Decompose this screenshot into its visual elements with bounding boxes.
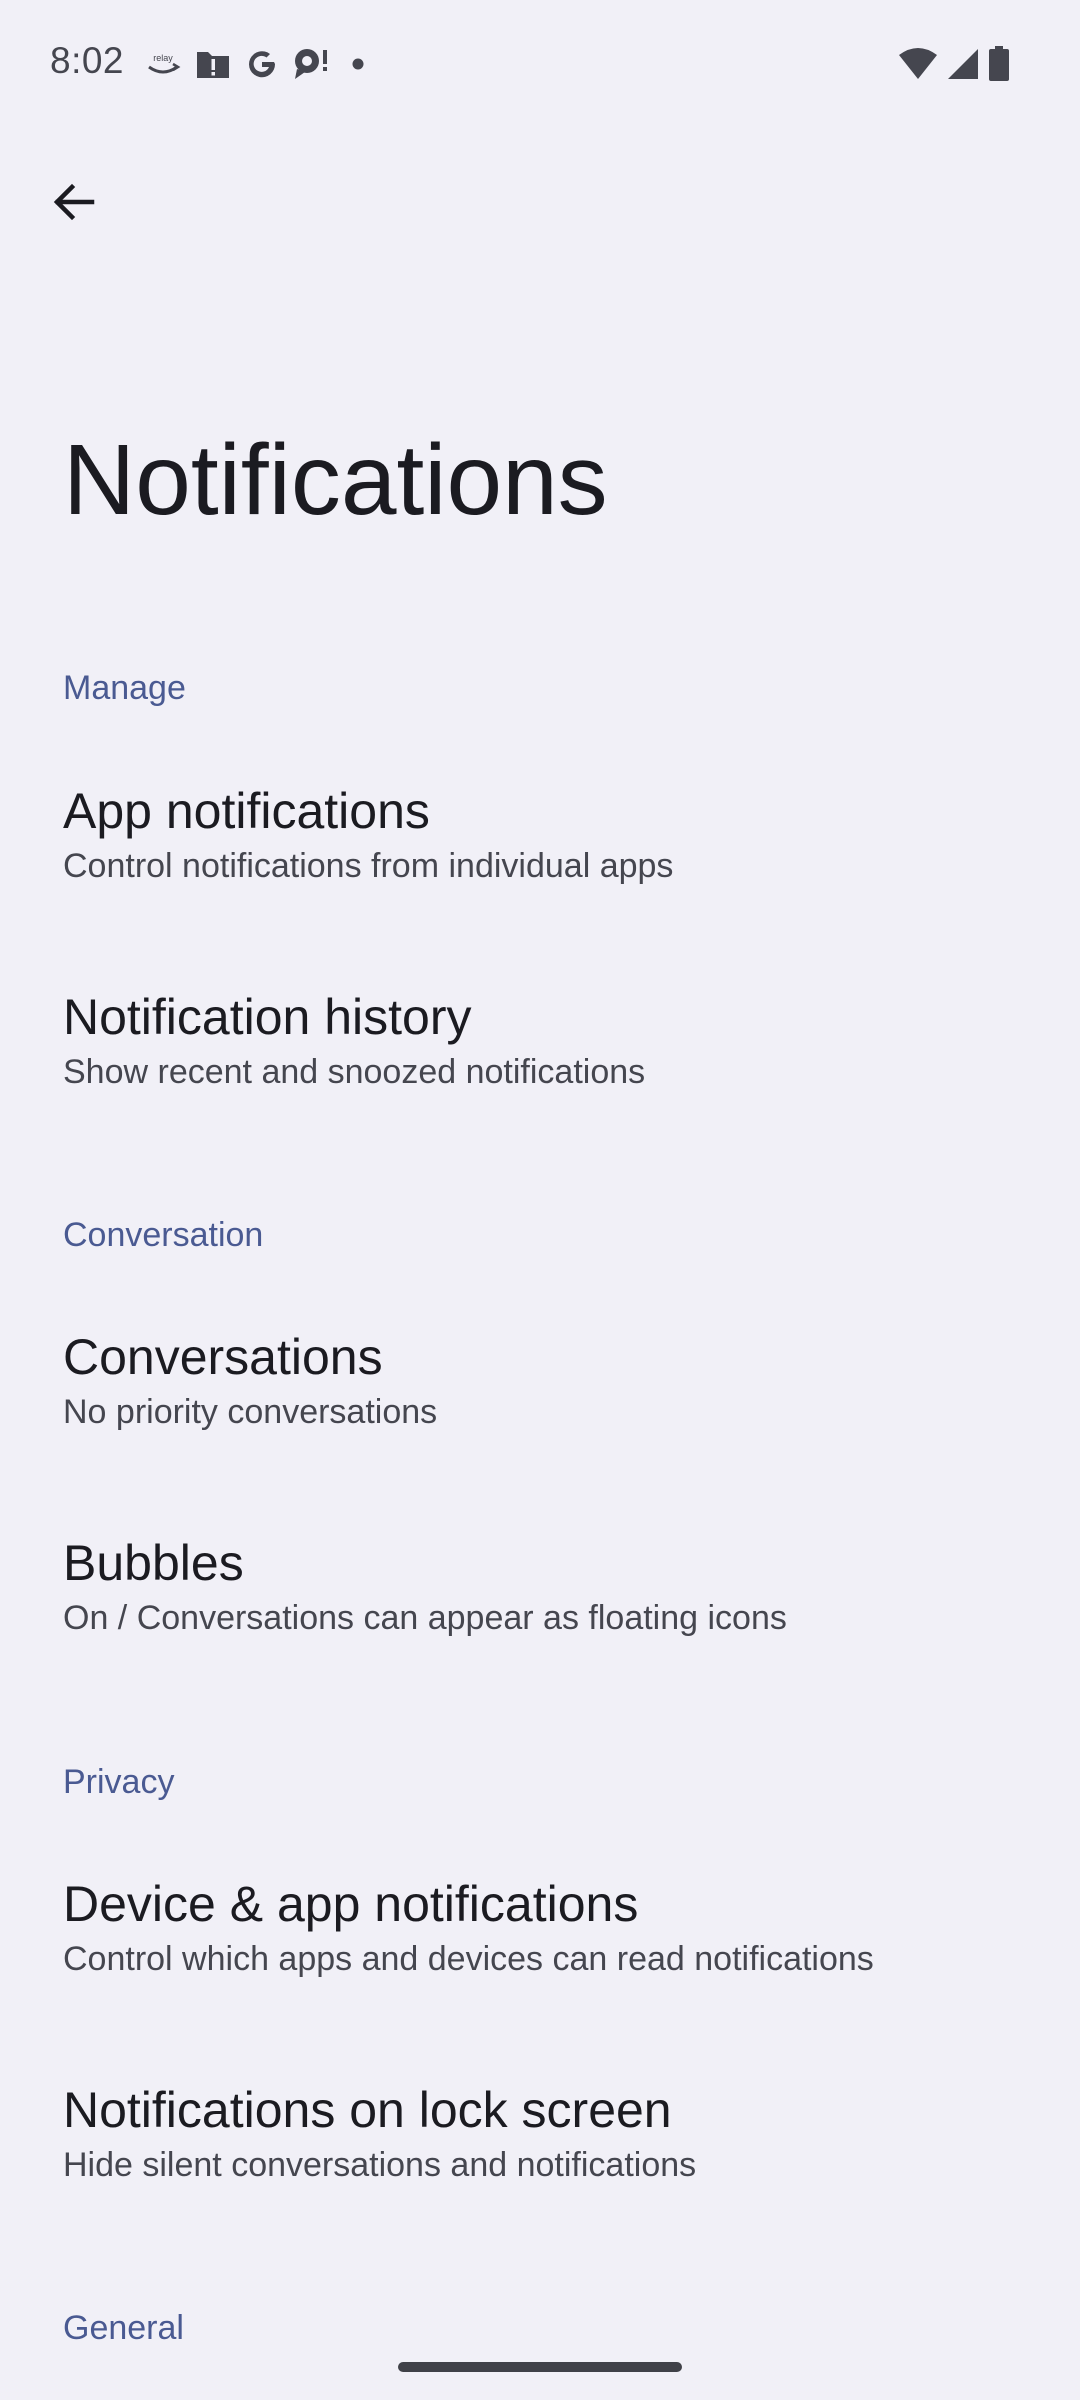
relay-icon: relay (145, 49, 181, 79)
status-bar: 8:02 relay (0, 0, 1080, 130)
alert-folder-icon (195, 48, 231, 80)
pref-title: Conversations (63, 1329, 383, 1385)
pref-summary: Control notifications from individual ap… (63, 847, 674, 885)
pref-app-notifications[interactable]: App notifications Control notifications … (0, 780, 1080, 976)
section-header-conversation: Conversation (63, 1216, 264, 1254)
cellular-signal-icon (946, 47, 980, 81)
section-header-general: General (63, 2309, 184, 2347)
chat-alert-icon (293, 47, 331, 81)
pref-summary: Show recent and snoozed notifications (63, 1053, 646, 1091)
back-button[interactable] (36, 164, 112, 240)
arrow-back-icon (53, 183, 95, 221)
pref-notification-history[interactable]: Notification history Show recent and sno… (0, 986, 1080, 1182)
section-header-manage: Manage (63, 669, 186, 707)
home-gesture-handle[interactable] (398, 2362, 682, 2372)
svg-text:relay: relay (153, 53, 173, 63)
pref-summary: On / Conversations can appear as floatin… (63, 1599, 787, 1637)
notification-icons: relay (145, 44, 371, 84)
more-dot-icon (345, 51, 371, 77)
pref-notifications-lock-screen[interactable]: Notifications on lock screen Hide silent… (0, 2079, 1080, 2275)
pref-title: Notification history (63, 989, 472, 1045)
page-title: Notifications (63, 424, 608, 536)
google-icon (245, 47, 279, 81)
pref-title: Device & app notifications (63, 1876, 639, 1932)
pref-bubbles[interactable]: Bubbles On / Conversations can appear as… (0, 1532, 1080, 1728)
pref-title: Bubbles (63, 1535, 244, 1591)
pref-conversations[interactable]: Conversations No priority conversations (0, 1326, 1080, 1522)
battery-icon (988, 46, 1010, 82)
pref-title: App notifications (63, 783, 430, 839)
pref-summary: Control which apps and devices can read … (63, 1940, 874, 1978)
wifi-icon (898, 47, 938, 81)
section-header-privacy: Privacy (63, 1763, 175, 1801)
pref-title: Notifications on lock screen (63, 2082, 672, 2138)
status-time: 8:02 (50, 40, 125, 81)
pref-summary: No priority conversations (63, 1393, 438, 1431)
pref-summary: Hide silent conversations and notificati… (63, 2146, 697, 2184)
system-icons (898, 44, 1010, 84)
pref-device-app-notifications[interactable]: Device & app notifications Control which… (0, 1873, 1080, 2069)
